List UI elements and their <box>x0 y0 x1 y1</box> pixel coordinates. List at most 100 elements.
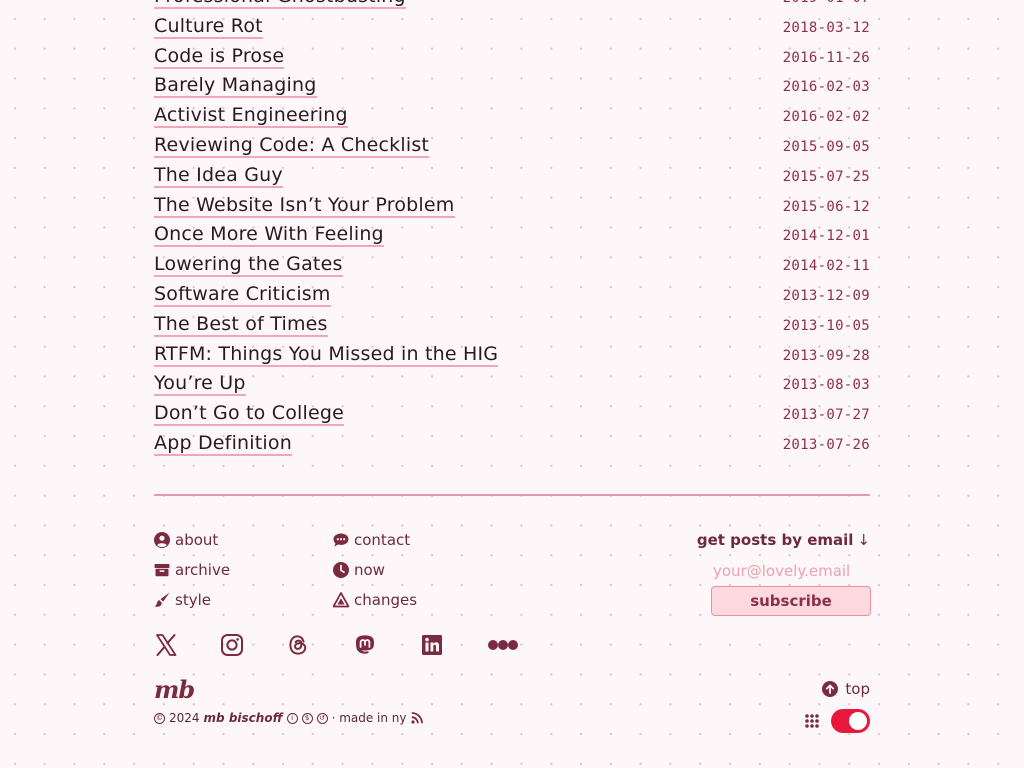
list-item: The Website Isn’t Your Problem 2015-06-12 <box>154 193 870 223</box>
instagram-link[interactable] <box>219 632 245 658</box>
post-title-link[interactable]: Professional Ghostbusting <box>154 0 406 9</box>
back-to-top-link[interactable]: top <box>822 680 870 698</box>
post-date: 2016-02-02 <box>782 109 870 126</box>
sa-icon: ↺ <box>316 712 328 724</box>
mastodon-icon <box>356 635 374 654</box>
post-title-link[interactable]: Software Criticism <box>154 283 331 307</box>
threads-icon <box>289 635 307 655</box>
copyright: © 2024 mb bischoff i $ ↺ · made in ny <box>154 711 423 725</box>
subscribe-button[interactable]: subscribe <box>711 586 871 616</box>
user-circle-icon <box>154 532 170 548</box>
post-title-link[interactable]: App Definition <box>154 432 292 456</box>
flickr-icon <box>488 640 518 650</box>
list-item: Activist Engineering 2016-02-02 <box>154 103 870 133</box>
list-item: The Idea Guy 2015-07-25 <box>154 163 870 193</box>
arrow-down-icon: ↓ <box>857 531 870 549</box>
made-in-text: · made in ny <box>331 711 407 725</box>
post-title-link[interactable]: You’re Up <box>154 373 246 397</box>
rss-icon[interactable] <box>410 712 423 724</box>
nav-about[interactable]: about <box>154 531 218 549</box>
nav-now-label: now <box>354 561 385 579</box>
nav-changes[interactable]: changes <box>333 591 417 609</box>
nav-contact-label: contact <box>354 531 411 549</box>
post-date: 2013-07-27 <box>782 407 870 424</box>
list-item: You’re Up 2013-08-03 <box>154 371 870 401</box>
post-title-link[interactable]: The Website Isn’t Your Problem <box>154 194 455 218</box>
list-item: App Definition 2013-07-26 <box>154 431 870 461</box>
flickr-link[interactable] <box>487 632 519 658</box>
list-item: Code is Prose 2016-11-26 <box>154 44 870 74</box>
list-item: Lowering the Gates 2014-02-11 <box>154 252 870 282</box>
top-label: top <box>845 680 870 698</box>
nav-archive[interactable]: archive <box>154 561 230 579</box>
list-item: Don’t Go to College 2013-07-27 <box>154 401 870 431</box>
list-item: The Best of Times 2013-10-05 <box>154 312 870 342</box>
post-date: 2013-10-05 <box>782 317 870 334</box>
post-list: Professional Ghostbusting2019-01-07Cultu… <box>154 0 870 461</box>
grid-menu-icon[interactable] <box>805 713 819 732</box>
list-item: Software Criticism 2013-12-09 <box>154 282 870 312</box>
nav-changes-label: changes <box>354 591 418 609</box>
divider <box>154 494 870 496</box>
list-item: Reviewing Code: A Checklist 2015-09-05 <box>154 133 870 163</box>
post-title-link[interactable]: Reviewing Code: A Checklist <box>154 134 430 158</box>
post-title-link[interactable]: Culture Rot <box>154 15 263 39</box>
post-date: 2015-07-25 <box>782 168 870 185</box>
email-input[interactable] <box>711 558 873 584</box>
email-label-text: get posts by email <box>696 531 854 549</box>
post-date: 2013-08-03 <box>782 377 870 394</box>
arrow-up-circle-icon <box>822 681 839 697</box>
nav-contact[interactable]: contact <box>333 531 410 549</box>
theme-toggle[interactable] <box>831 709 870 733</box>
toggle-knob <box>849 712 867 730</box>
post-date: 2014-02-11 <box>782 258 870 275</box>
nav-about-label: about <box>175 531 219 549</box>
nav-style-label: style <box>175 591 211 609</box>
post-title-link[interactable]: RTFM: Things You Missed in the HIG <box>154 343 499 367</box>
nc-icon: $ <box>301 712 313 724</box>
warning-triangle-icon <box>333 592 349 608</box>
by-icon: i <box>286 712 298 724</box>
post-date: 2015-09-05 <box>782 138 870 155</box>
x-icon <box>156 634 177 656</box>
instagram-icon <box>221 634 243 656</box>
post-date: 2016-02-03 <box>782 79 870 96</box>
post-title-link[interactable]: Barely Managing <box>154 75 317 99</box>
post-date: 2019-01-07 <box>783 0 870 14</box>
threads-link[interactable] <box>285 632 311 658</box>
nav-archive-label: archive <box>175 561 231 579</box>
mastodon-link[interactable] <box>352 632 378 658</box>
post-date: 2014-12-01 <box>782 228 870 245</box>
post-date: 2016-11-26 <box>782 49 870 66</box>
post-date: 2015-06-12 <box>782 198 870 215</box>
archive-box-icon <box>154 564 170 577</box>
email-signup-label: get posts by email ↓ <box>697 531 870 549</box>
nav-style[interactable]: style <box>154 591 211 609</box>
list-item: Professional Ghostbusting 2019-01-07 <box>154 0 870 14</box>
post-title-link[interactable]: The Best of Times <box>154 313 328 337</box>
post-date: 2013-09-28 <box>782 347 870 364</box>
paintbrush-icon <box>154 592 170 607</box>
list-item: Barely Managing 2016-02-03 <box>154 73 870 103</box>
copyright-year: 2024 <box>169 711 200 725</box>
list-item: Culture Rot 2018-03-12 <box>154 14 870 44</box>
post-title-link[interactable]: Code is Prose <box>154 45 285 69</box>
post-title-link[interactable]: Activist Engineering <box>154 105 348 129</box>
site-logo[interactable]: mb <box>154 675 195 704</box>
clock-icon <box>333 562 349 578</box>
nav-now[interactable]: now <box>333 561 385 579</box>
author-name[interactable]: mb bischoff <box>204 711 283 725</box>
x-link[interactable] <box>153 632 179 658</box>
post-title-link[interactable]: Don’t Go to College <box>154 403 345 427</box>
chat-bubble-icon <box>333 533 349 547</box>
post-title-link[interactable]: The Idea Guy <box>154 164 283 188</box>
post-title-link[interactable]: Lowering the Gates <box>154 254 343 278</box>
post-date: 2018-03-12 <box>782 19 870 36</box>
post-date: 2013-07-26 <box>782 436 870 453</box>
linkedin-icon <box>422 635 442 655</box>
linkedin-link[interactable] <box>419 632 445 658</box>
post-date: 2013-12-09 <box>782 287 870 304</box>
list-item: RTFM: Things You Missed in the HIG 2013-0… <box>154 342 870 372</box>
copyright-icon: © <box>154 712 165 724</box>
post-title-link[interactable]: Once More With Feeling <box>154 224 384 248</box>
